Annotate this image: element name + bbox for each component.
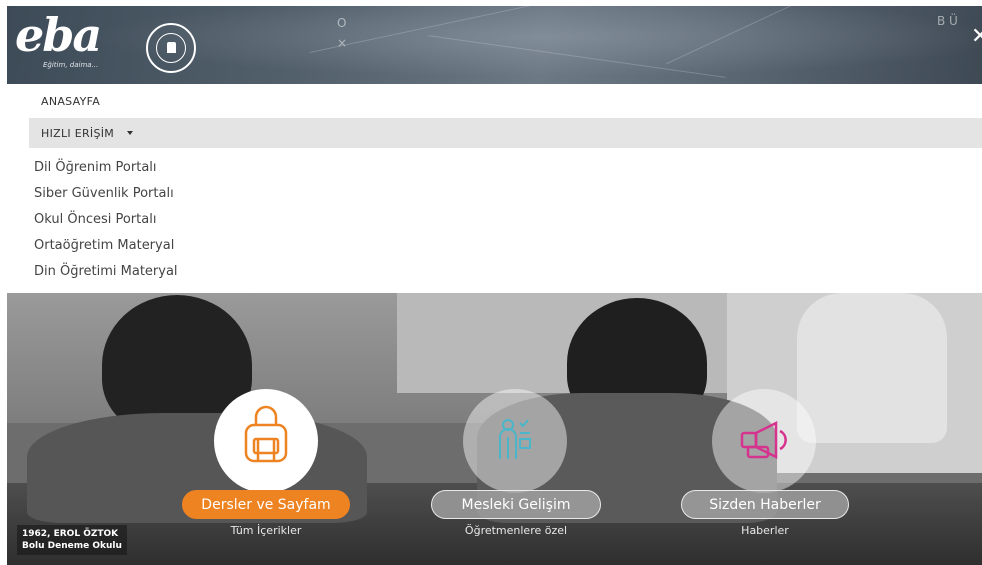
professional-development-sublabel: Öğretmenlere özel xyxy=(464,524,568,537)
teacher-checklist-icon xyxy=(499,419,531,459)
courses-card-button[interactable] xyxy=(214,389,318,493)
submenu-item-secondary-material[interactable]: Ortaöğretim Materyal xyxy=(34,238,174,253)
courses-sublabel: Tüm İçerikler xyxy=(230,524,302,537)
submenu-item-language-portal[interactable]: Dil Öğrenim Portalı xyxy=(34,160,157,175)
eba-page: O × B Ü eba Eğitim, daima... ✕ ANASAYFA … xyxy=(7,6,982,565)
submenu-item-preschool-portal[interactable]: Okul Öncesi Portalı xyxy=(34,212,156,227)
courses-button[interactable]: Dersler ve Sayfam xyxy=(182,490,350,519)
quick-access-dropdown[interactable]: HIZLI ERİŞİM xyxy=(29,118,982,148)
news-card-button[interactable] xyxy=(712,389,816,493)
professional-development-button[interactable]: Mesleki Gelişim xyxy=(431,490,601,519)
backpack-icon xyxy=(244,405,288,463)
header-bar: O × B Ü eba Eğitim, daima... ✕ xyxy=(7,6,982,84)
megaphone-icon xyxy=(740,420,787,460)
eba-logo[interactable]: eba xyxy=(15,12,102,58)
menu-item-home[interactable]: ANASAYFA xyxy=(41,95,100,108)
news-button[interactable]: Sizden Haberler xyxy=(681,490,849,519)
map-text: B Ü xyxy=(937,14,958,28)
hero-photo: Dersler ve Sayfam Mesleki Gelişim Sizden… xyxy=(7,293,982,565)
navigation-menu: ANASAYFA HIZLI ERİŞİM Dil Öğrenim Portal… xyxy=(7,84,982,293)
caret-down-icon xyxy=(127,131,133,135)
submenu-item-religion-material[interactable]: Din Öğretimi Materyal xyxy=(34,264,178,279)
quick-access-label: HIZLI ERİŞİM xyxy=(41,127,115,140)
photo-caption: 1962, EROL ÖZTOK Bolu Deneme Okulu xyxy=(17,525,127,555)
map-letter: O xyxy=(337,16,347,30)
photo-caption-line1: 1962, EROL ÖZTOK xyxy=(22,529,119,539)
professional-development-card-button[interactable] xyxy=(463,389,567,493)
submenu-item-cyber-security-portal[interactable]: Siber Güvenlik Portalı xyxy=(34,186,174,201)
map-letter: × xyxy=(337,36,348,50)
close-icon[interactable]: ✕ xyxy=(971,26,982,48)
ministry-seal-icon xyxy=(146,23,196,73)
logo-tagline: Eğitim, daima... xyxy=(43,61,99,69)
news-sublabel: Haberler xyxy=(741,524,789,537)
photo-caption-line2: Bolu Deneme Okulu xyxy=(22,541,122,551)
